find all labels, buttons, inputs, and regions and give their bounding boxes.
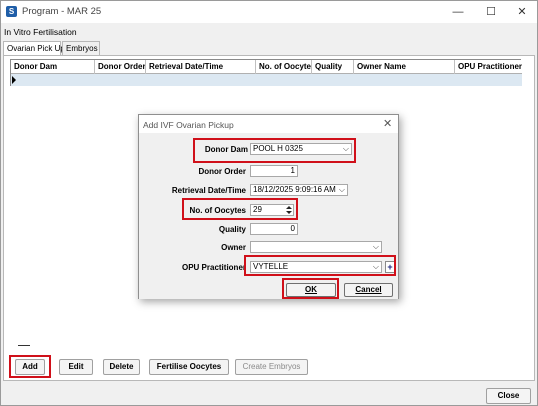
fertilise-oocytes-button[interactable]: Fertilise Oocytes — [149, 359, 229, 375]
retrieval-date-picker[interactable]: 18/12/2025 9:09:16 AM ⌵ — [250, 184, 348, 196]
owner-select[interactable]: ⌵ — [250, 241, 382, 253]
donor-order-field[interactable]: 1 — [250, 165, 298, 177]
divider — [18, 345, 30, 346]
app-icon: S — [6, 6, 17, 17]
oocytes-value: 29 — [253, 205, 262, 214]
add-practitioner-button[interactable]: + — [385, 261, 395, 273]
grid-header: Donor Dam Donor Order Retrieval Date/Tim… — [11, 60, 522, 74]
delete-button[interactable]: Delete — [103, 359, 140, 375]
add-opu-dialog: Add IVF Ovarian Pickup ✕ Donor Dam POOL … — [138, 114, 399, 299]
section-label: In Vitro Fertilisation — [4, 27, 77, 37]
column-header-no-of-oocytes[interactable]: No. of Oocytes — [256, 60, 312, 74]
quality-label: Quality — [218, 225, 246, 234]
column-header-quality[interactable]: Quality — [312, 60, 354, 74]
dialog-close-icon[interactable]: ✕ — [383, 117, 392, 130]
chevron-down-icon: ⌵ — [372, 242, 379, 251]
minimize-icon[interactable]: — — [449, 4, 467, 20]
title-bar: S Program - MAR 25 — ☐ ✕ — [1, 1, 537, 23]
opu-grid[interactable]: Donor Dam Donor Order Retrieval Date/Tim… — [10, 59, 522, 86]
close-button[interactable]: Close — [486, 388, 531, 404]
oocytes-label: No. of Oocytes — [189, 206, 246, 215]
donor-dam-select[interactable]: POOL H 0325 ⌵ — [250, 143, 352, 155]
tab-embryos[interactable]: Embryos — [62, 41, 100, 55]
ok-button[interactable]: OK — [286, 283, 336, 297]
opu-practitioner-value: VYTELLE — [253, 262, 289, 271]
quality-field[interactable]: 0 — [250, 223, 298, 235]
spinner-arrows-icon[interactable] — [285, 205, 292, 215]
retrieval-date-label: Retrieval Date/Time — [171, 186, 246, 195]
close-icon[interactable]: ✕ — [513, 4, 531, 20]
dialog-title: Add IVF Ovarian Pickup — [143, 120, 234, 130]
add-button[interactable]: Add — [15, 359, 45, 375]
cancel-button[interactable]: Cancel — [344, 283, 393, 297]
opu-practitioner-select[interactable]: VYTELLE ⌵ — [250, 261, 382, 273]
column-header-opu-practitioner[interactable]: OPU Practitioner — [455, 60, 522, 74]
owner-label: Owner — [221, 243, 246, 252]
edit-button[interactable]: Edit — [59, 359, 93, 375]
column-header-retrieval-date[interactable]: Retrieval Date/Time — [146, 60, 256, 74]
dialog-body: Donor Dam POOL H 0325 ⌵ Donor Order 1 Re… — [139, 133, 398, 299]
maximize-icon[interactable]: ☐ — [482, 4, 500, 20]
window-title: Program - MAR 25 — [22, 6, 102, 17]
tab-ovarian-pick-up[interactable]: Ovarian Pick Up — [3, 41, 65, 56]
opu-practitioner-label: OPU Practitioner — [181, 263, 246, 272]
retrieval-date-value: 18/12/2025 9:09:16 AM — [253, 185, 336, 194]
column-header-donor-dam[interactable]: Donor Dam — [11, 60, 95, 74]
donor-order-label: Donor Order — [198, 167, 246, 176]
oocytes-stepper[interactable]: 29 — [250, 204, 294, 216]
table-row[interactable] — [11, 74, 522, 86]
column-header-donor-order[interactable]: Donor Order — [95, 60, 146, 74]
column-header-owner-name[interactable]: Owner Name — [354, 60, 455, 74]
chevron-down-icon: ⌵ — [342, 144, 349, 153]
donor-dam-value: POOL H 0325 — [253, 144, 303, 153]
chevron-down-icon: ⌵ — [372, 262, 379, 271]
donor-dam-label: Donor Dam — [204, 145, 248, 154]
create-embryos-button[interactable]: Create Embryos — [235, 359, 308, 375]
main-window: S Program - MAR 25 — ☐ ✕ In Vitro Fertil… — [0, 0, 538, 406]
row-indicator-icon — [12, 76, 16, 84]
chevron-down-icon: ⌵ — [338, 185, 345, 194]
